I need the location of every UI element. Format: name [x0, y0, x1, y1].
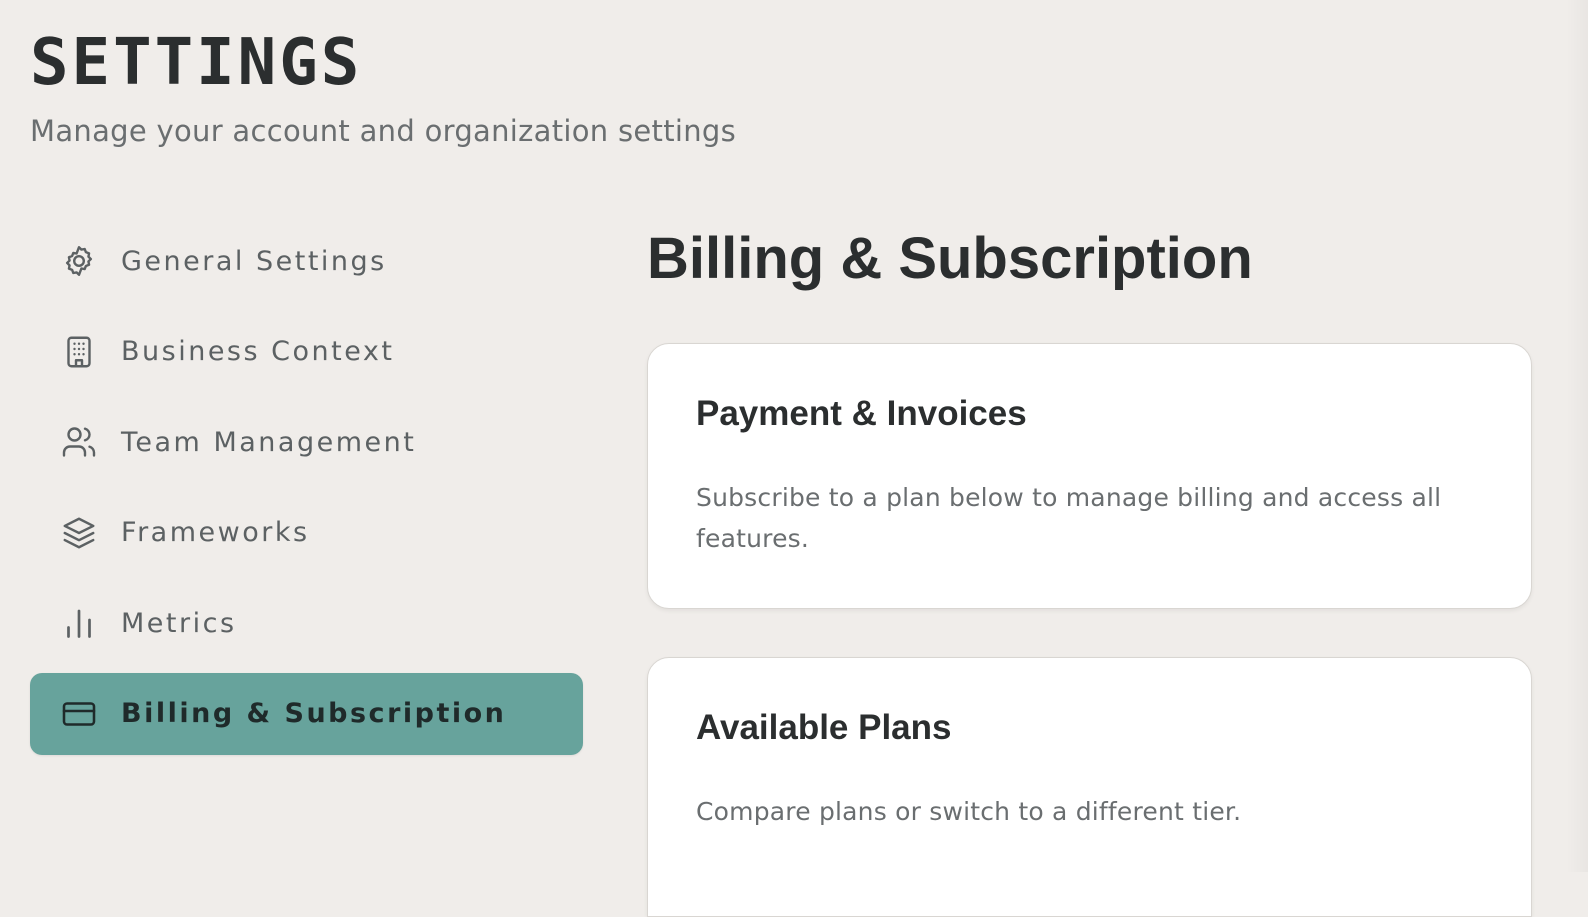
- building-icon: [61, 334, 97, 370]
- sidebar-item-metrics[interactable]: Metrics: [30, 582, 583, 664]
- sidebar-item-label: Business Context: [121, 336, 395, 367]
- page-header: SETTINGS Manage your account and organiz…: [30, 28, 736, 148]
- sidebar-item-billing-subscription[interactable]: Billing & Subscription: [30, 672, 583, 755]
- sidebar-item-frameworks[interactable]: Frameworks: [30, 492, 583, 574]
- card-title: Available Plans: [696, 708, 952, 747]
- sidebar-item-label: Frameworks: [121, 517, 310, 548]
- sidebar-item-team-management[interactable]: Team Management: [30, 401, 583, 483]
- payment-invoices-card: Payment & Invoices Subscribe to a plan b…: [647, 343, 1532, 609]
- gear-icon: [61, 243, 97, 279]
- page-title: SETTINGS: [30, 26, 363, 100]
- sidebar-item-general-settings[interactable]: General Settings: [30, 220, 583, 302]
- sidebar-item-label: Metrics: [121, 607, 237, 639]
- users-icon: [61, 424, 97, 460]
- card-title: Payment & Invoices: [696, 394, 1027, 433]
- sidebar-item-label: Billing & Subscription: [121, 698, 507, 729]
- scroll-edge: [1566, 0, 1588, 872]
- card-description: Compare plans or switch to a different t…: [696, 797, 1242, 826]
- available-plans-card: Available Plans Compare plans or switch …: [647, 657, 1532, 917]
- sidebar-item-label: General Settings: [121, 245, 387, 277]
- bar-chart-icon: [61, 605, 97, 641]
- credit-card-icon: [61, 696, 97, 732]
- settings-sidebar: General Settings Business Context Team M…: [30, 220, 583, 763]
- sidebar-item-business-context[interactable]: Business Context: [30, 311, 583, 393]
- section-title: Billing & Subscription: [647, 226, 1253, 291]
- main-content: Billing & Subscription Payment & Invoice…: [647, 225, 1534, 917]
- card-description: Subscribe to a plan below to manage bill…: [696, 483, 1442, 553]
- layers-icon: [61, 515, 97, 551]
- sidebar-item-label: Team Management: [121, 426, 417, 458]
- page-subtitle: Manage your account and organization set…: [30, 114, 737, 148]
